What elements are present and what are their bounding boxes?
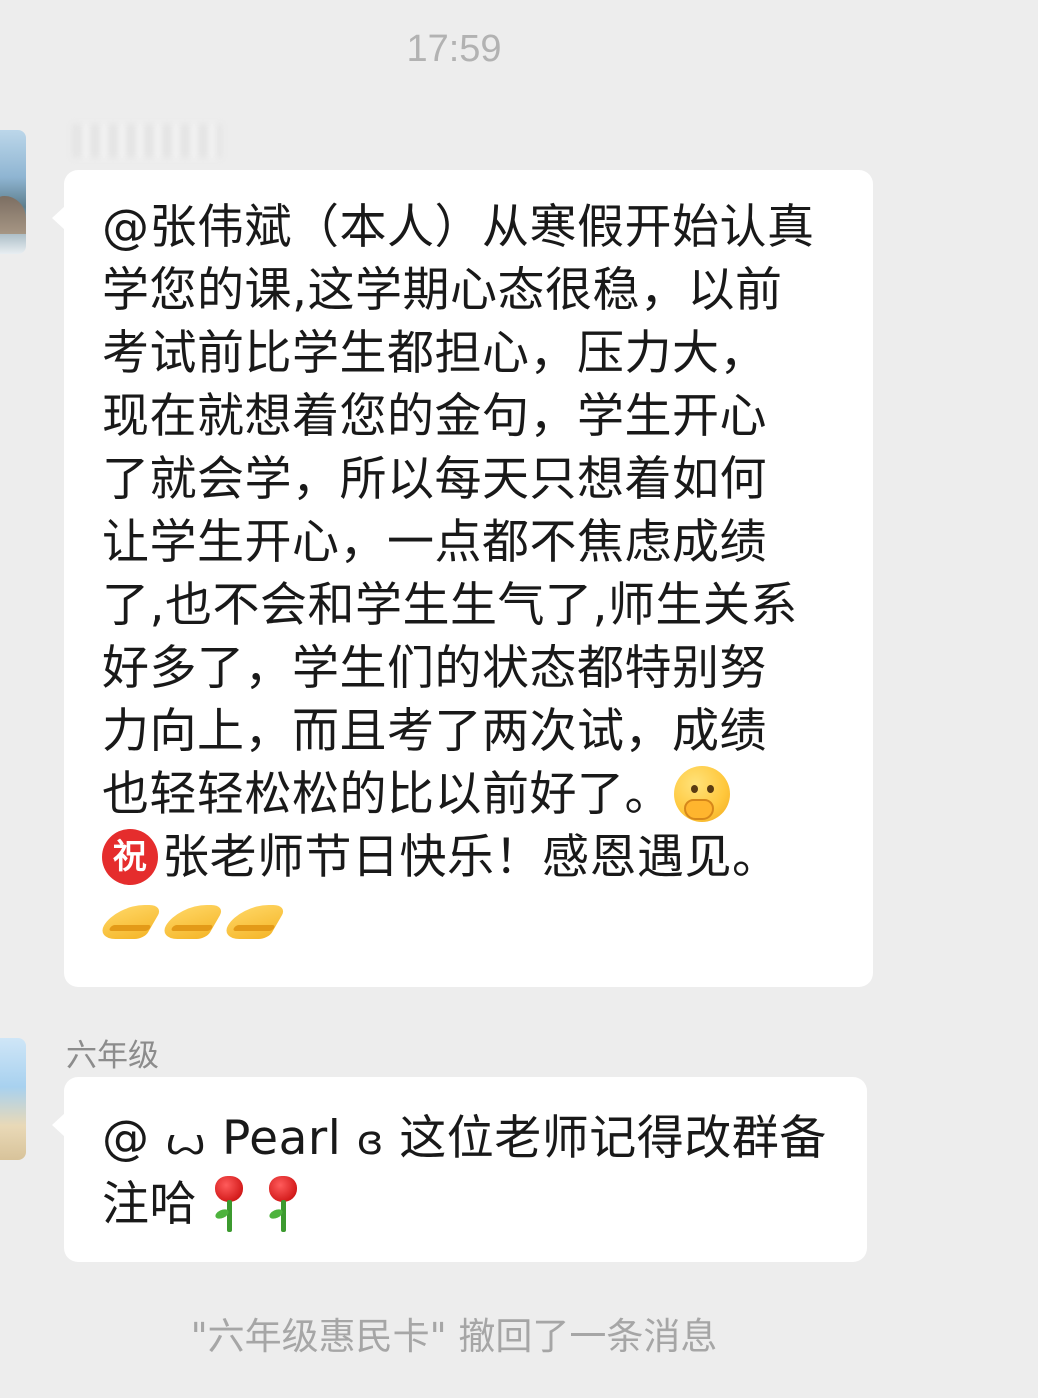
mention-name: Pearl bbox=[206, 1111, 357, 1166]
message-line: @ ꙍ Pearl ɞ 这位老师记得改群备 bbox=[102, 1107, 839, 1173]
greeting-text: 张老师节日快乐！感恩遇见。 bbox=[162, 830, 780, 885]
message-text: 这位老师记得改群备 bbox=[383, 1111, 827, 1166]
emoji-line bbox=[102, 889, 845, 952]
chat-timestamp: 17:59 bbox=[406, 28, 502, 70]
greeting-line: 祝张老师节日快乐！感恩遇见。 bbox=[102, 826, 845, 889]
avatar[interactable] bbox=[0, 1038, 26, 1160]
message-line: 力向上，而且考了两次试，成绩 bbox=[102, 704, 767, 759]
message-line: 好多了，学生们的状态都特别努 bbox=[102, 641, 767, 696]
rose-icon bbox=[261, 1174, 305, 1234]
avatar-image bbox=[0, 196, 26, 234]
sender-name: 六年级 bbox=[66, 1038, 159, 1074]
message-text: 注哈 bbox=[102, 1177, 197, 1232]
avatar[interactable] bbox=[0, 130, 26, 254]
message-line: @张伟斌（本人）从寒假开始认真 bbox=[102, 200, 815, 255]
message-line: 了,也不会和学生生气了,师生关系 bbox=[102, 578, 798, 633]
folded-hands-icon bbox=[226, 897, 282, 943]
mention-prefix: @ bbox=[102, 1111, 165, 1166]
message-line: 也轻轻松松的比以前好了。 bbox=[102, 767, 672, 822]
recall-notice: "六年级惠民卡" 撤回了一条消息 bbox=[190, 1315, 718, 1358]
sender-name-redacted bbox=[72, 124, 222, 158]
rose-icon bbox=[207, 1174, 251, 1234]
message-line: 现在就想着您的金句，学生开心 bbox=[102, 389, 767, 444]
message-line: 了就会学，所以每天只想着如何 bbox=[102, 452, 767, 507]
message-line: 考试前比学生都担心，压力大， bbox=[102, 326, 767, 381]
message-line-with-emoji: 也轻轻松松的比以前好了。 bbox=[102, 763, 845, 826]
mention-symbol: ꙍ bbox=[164, 1118, 207, 1164]
message-line: 让学生开心，一点都不焦虑成绩 bbox=[102, 515, 767, 570]
thinking-face-icon bbox=[674, 765, 730, 822]
folded-hands-icon bbox=[164, 897, 220, 943]
mention-symbol: ɞ bbox=[356, 1118, 384, 1164]
message-line: 注哈 bbox=[102, 1173, 839, 1238]
message-bubble[interactable]: @张伟斌（本人）从寒假开始认真 学您的课,这学期心态很稳，以前 考试前比学生都担… bbox=[52, 170, 873, 987]
message-bubble[interactable]: @ ꙍ Pearl ɞ 这位老师记得改群备 注哈 bbox=[52, 1077, 867, 1262]
message-line: 学您的课,这学期心态很稳，以前 bbox=[102, 263, 783, 318]
zhu-emoji-icon: 祝 bbox=[102, 828, 158, 885]
folded-hands-icon bbox=[102, 897, 158, 943]
